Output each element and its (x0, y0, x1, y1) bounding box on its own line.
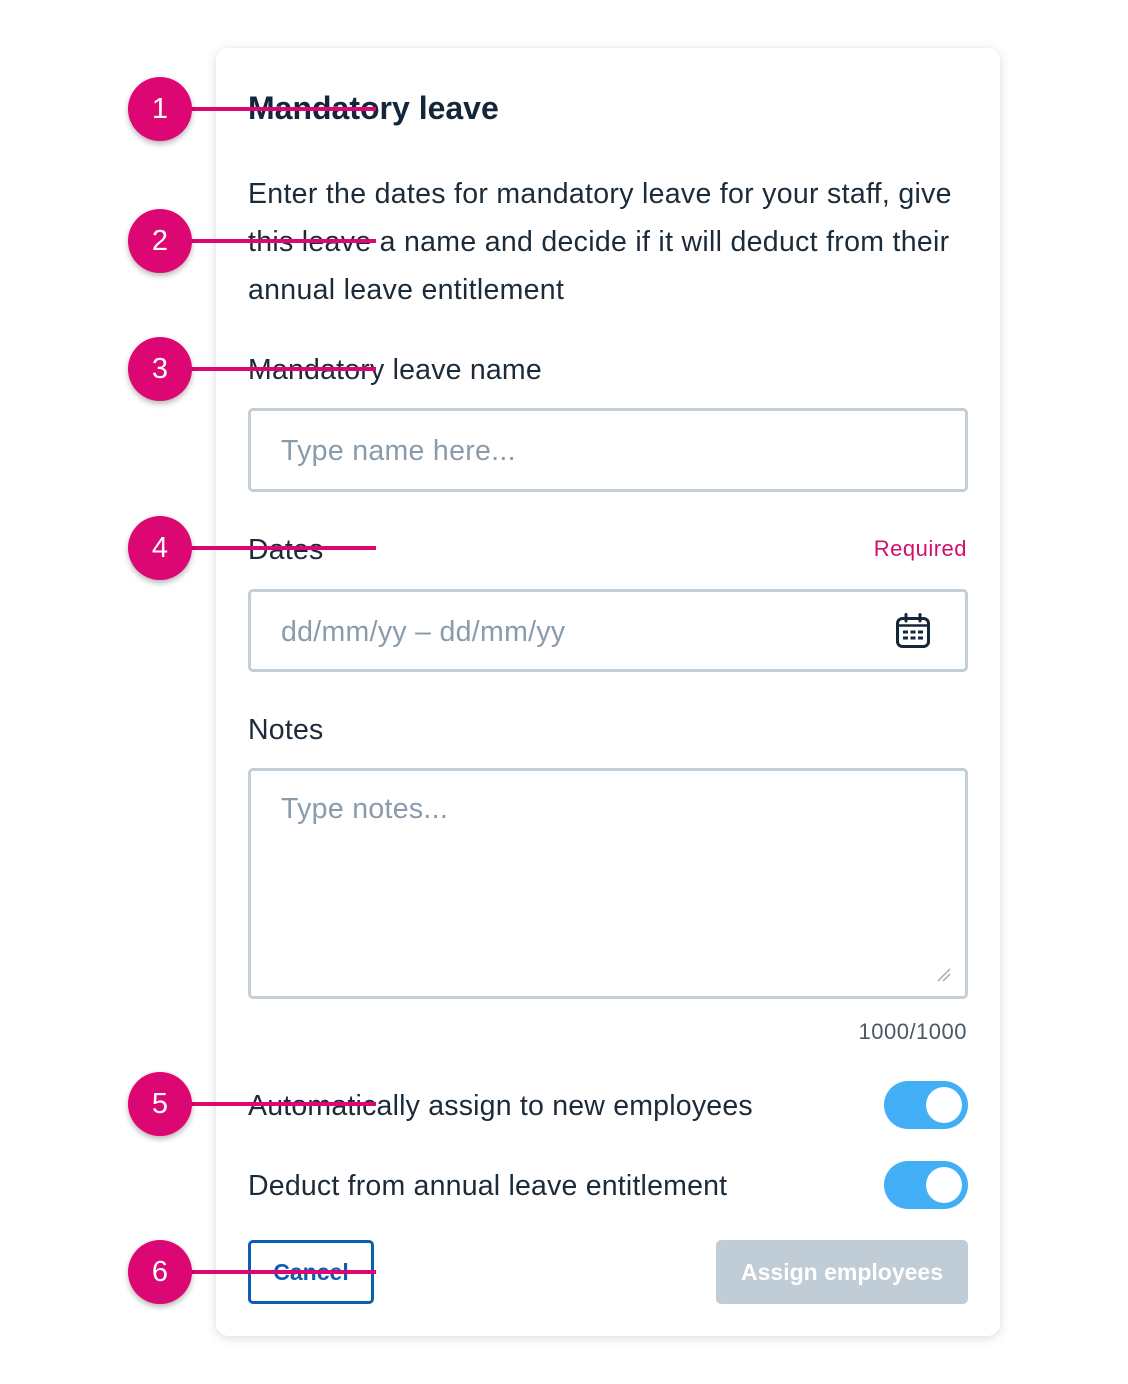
annotation-marker-1: 1 (128, 77, 376, 141)
date-range-input[interactable] (281, 612, 861, 652)
leave-name-field (248, 408, 968, 492)
notes-textarea[interactable] (281, 793, 931, 963)
dates-field (248, 589, 968, 672)
annotation-number: 5 (128, 1072, 192, 1136)
auto-assign-label: Automatically assign to new employees (248, 1090, 753, 1122)
auto-assign-toggle[interactable] (884, 1081, 968, 1129)
annotation-number: 1 (128, 77, 192, 141)
calendar-icon[interactable] (895, 613, 931, 649)
leave-name-input[interactable] (281, 431, 931, 471)
annotation-marker-6: 6 (128, 1240, 376, 1304)
deduct-leave-label: Deduct from annual leave entitlement (248, 1170, 728, 1202)
annotation-connector (190, 1270, 376, 1274)
annotation-marker-3: 3 (128, 337, 376, 401)
annotation-number: 4 (128, 516, 192, 580)
notes-field (248, 768, 968, 999)
annotation-marker-2: 2 (128, 209, 376, 273)
required-indicator: Required (873, 536, 967, 561)
annotation-connector (190, 546, 376, 550)
character-counter: 1000/1000 (858, 1019, 967, 1044)
resize-handle-icon[interactable] (937, 968, 951, 982)
annotation-number: 6 (128, 1240, 192, 1304)
assign-employees-button[interactable]: Assign employees (716, 1240, 968, 1304)
annotation-marker-4: 4 (128, 516, 376, 580)
annotation-number: 3 (128, 337, 192, 401)
notes-label: Notes (248, 714, 324, 746)
deduct-leave-toggle[interactable] (884, 1161, 968, 1209)
annotation-connector (190, 239, 376, 243)
toggle-knob (926, 1167, 962, 1203)
annotation-number: 2 (128, 209, 192, 273)
annotation-connector (190, 107, 376, 111)
annotation-marker-5: 5 (128, 1072, 376, 1136)
dates-label: Dates (248, 534, 324, 566)
toggle-knob (926, 1087, 962, 1123)
annotation-connector (190, 367, 376, 371)
annotation-connector (190, 1102, 376, 1106)
